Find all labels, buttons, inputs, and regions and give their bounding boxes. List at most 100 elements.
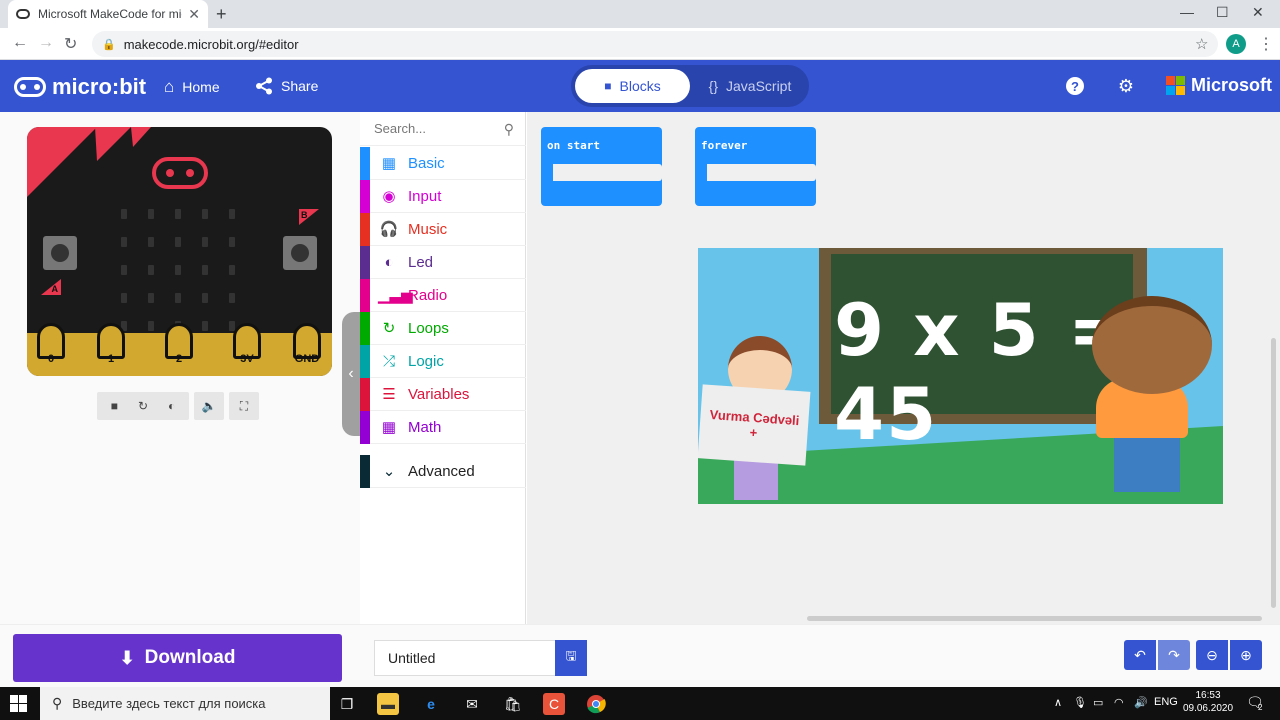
button-a[interactable] xyxy=(43,236,77,270)
category-label: Logic xyxy=(408,352,444,370)
share-icon xyxy=(256,77,272,95)
settings-button[interactable]: ⚙ xyxy=(1116,76,1136,96)
battery-icon[interactable]: ▭ xyxy=(1093,696,1103,709)
tray-overflow-icon[interactable]: ∧ xyxy=(1054,696,1062,709)
restart-icon[interactable]: ↻ xyxy=(138,399,148,413)
category-loops[interactable]: ↻ Loops xyxy=(360,311,526,345)
forward-icon[interactable]: → xyxy=(38,34,54,52)
reload-icon[interactable]: ↻ xyxy=(64,34,77,54)
redo-button[interactable]: ↷ xyxy=(1158,640,1190,670)
project-name-input[interactable] xyxy=(374,640,556,676)
home-button[interactable]: ⌂ Home xyxy=(164,77,220,97)
camtasia-icon[interactable]: C xyxy=(543,693,565,715)
category-music[interactable]: 🎧 Music xyxy=(360,212,526,246)
collapse-simulator-button[interactable]: ‹ xyxy=(342,312,360,436)
close-window-icon[interactable]: ✕ xyxy=(1252,4,1264,21)
download-icon: ⬇ xyxy=(119,647,135,668)
pin-label: 2 xyxy=(175,353,183,365)
wifi-icon[interactable]: ◠ xyxy=(1114,696,1124,709)
home-label: Home xyxy=(182,79,220,95)
category-label: Radio xyxy=(408,286,448,304)
download-button[interactable]: ⬇ Download xyxy=(13,634,342,682)
microphone-icon[interactable]: 🎙 xyxy=(1073,696,1087,709)
calculator-icon: ▦ xyxy=(381,419,397,436)
forever-block[interactable]: forever xyxy=(695,127,816,206)
category-color-bar xyxy=(360,212,370,246)
category-led[interactable]: ◐ Led xyxy=(360,245,526,279)
lock-icon: 🔒 xyxy=(102,38,116,51)
category-label: Led xyxy=(408,253,434,271)
search-placeholder: Search... xyxy=(374,121,427,136)
tab-title: Microsoft MakeCode for micro:bit xyxy=(38,7,182,21)
category-label: Music xyxy=(408,220,448,238)
task-view-icon[interactable]: ❐ xyxy=(336,693,358,715)
profile-avatar[interactable]: A xyxy=(1226,34,1246,54)
category-logic[interactable]: ⤮ Logic xyxy=(360,344,526,378)
home-icon: ⌂ xyxy=(164,77,175,96)
language-indicator[interactable]: ENG xyxy=(1154,696,1178,708)
slowmo-icon[interactable]: ◐ xyxy=(168,399,175,413)
edge-browser-icon[interactable]: e xyxy=(420,693,442,715)
category-input[interactable]: ◉ Input xyxy=(360,179,526,213)
volume-icon[interactable]: 🔊 xyxy=(1134,696,1148,709)
address-bar[interactable]: 🔒 makecode.microbit.org/#editor xyxy=(92,31,1218,57)
microbit-board[interactable]: A B 0 1 2 3V GND xyxy=(27,127,332,376)
undo-button[interactable]: ↶ xyxy=(1124,640,1156,670)
vertical-scrollbar[interactable] xyxy=(1271,338,1276,608)
braces-icon: {} xyxy=(708,78,718,94)
category-color-bar xyxy=(360,311,370,345)
microsoft-logo[interactable]: Microsoft xyxy=(1166,75,1272,96)
taskbar-search-box[interactable]: ⚲ Введите здесь текст для поиска xyxy=(40,687,330,720)
category-variables[interactable]: ☰ Variables xyxy=(360,377,526,411)
microbit-mark-icon xyxy=(14,77,46,97)
file-explorer-icon[interactable]: ▬ xyxy=(377,693,399,715)
pin-label: 3V xyxy=(240,353,254,365)
bookmark-star-icon[interactable]: ☆ xyxy=(1195,35,1208,53)
mute-button[interactable]: 🔈 xyxy=(194,392,224,420)
on-start-block[interactable]: on start xyxy=(541,127,662,206)
fullscreen-button[interactable]: ⛶ xyxy=(229,392,259,420)
refresh-icon: ↻ xyxy=(382,320,396,337)
grid-icon: ▦ xyxy=(381,155,397,172)
category-basic[interactable]: ▦ Basic xyxy=(360,146,526,180)
category-advanced[interactable]: ⌄ Advanced xyxy=(360,454,526,488)
pin-label: 0 xyxy=(47,353,55,365)
microbit-logo[interactable]: micro:bit xyxy=(14,74,146,100)
category-radio[interactable]: ▁▃▅ Radio xyxy=(360,278,526,312)
share-button[interactable]: Share xyxy=(255,77,318,95)
browser-tab-strip: Microsoft MakeCode for micro:bit ✕ + — ☐… xyxy=(0,0,1280,28)
zoom-out-button[interactable]: ⊖ xyxy=(1196,640,1228,670)
save-button[interactable]: 🖫 xyxy=(555,640,587,676)
horizontal-scrollbar[interactable] xyxy=(807,616,1262,621)
button-b[interactable] xyxy=(283,236,317,270)
girl-sign: Vurma Cədvəli + xyxy=(698,384,811,466)
store-icon[interactable]: 🛍 xyxy=(502,693,524,715)
search-icon: ⚲ xyxy=(503,121,514,137)
category-color-bar xyxy=(360,245,370,279)
close-tab-icon[interactable]: ✕ xyxy=(188,6,200,23)
blocks-mode-button[interactable]: ■ Blocks xyxy=(575,69,690,103)
browser-tab[interactable]: Microsoft MakeCode for micro:bit ✕ xyxy=(8,0,208,28)
chrome-icon[interactable] xyxy=(585,693,607,715)
maximize-icon[interactable]: ☐ xyxy=(1216,4,1229,21)
stop-icon[interactable]: ■ xyxy=(111,399,118,413)
windows-start-icon[interactable] xyxy=(10,695,27,712)
category-math[interactable]: ▦ Math xyxy=(360,410,526,444)
simulator-panel: A B 0 1 2 3V GND ■ ↻ ◐ 🔈 ⛶ xyxy=(0,112,360,624)
category-label: Advanced xyxy=(408,462,475,480)
clock-time: 16:53 xyxy=(1195,690,1221,701)
back-icon[interactable]: ← xyxy=(12,34,28,52)
minimize-icon[interactable]: — xyxy=(1180,4,1194,20)
help-button[interactable]: ? xyxy=(1065,76,1085,96)
system-clock[interactable]: 16:53 09.06.2020 xyxy=(1178,689,1238,715)
category-color-bar xyxy=(360,179,370,213)
zoom-in-button[interactable]: ⊕ xyxy=(1230,640,1262,670)
toolbox-search-input[interactable]: Search... ⚲ xyxy=(360,112,526,146)
browser-menu-icon[interactable]: ⋮ xyxy=(1258,34,1274,54)
javascript-mode-button[interactable]: {} JavaScript xyxy=(693,69,807,103)
new-tab-button[interactable]: + xyxy=(216,4,227,25)
javascript-label: JavaScript xyxy=(726,78,792,94)
share-label: Share xyxy=(281,78,319,94)
lines-icon: ☰ xyxy=(382,386,396,403)
mail-icon[interactable]: ✉ xyxy=(461,693,483,715)
